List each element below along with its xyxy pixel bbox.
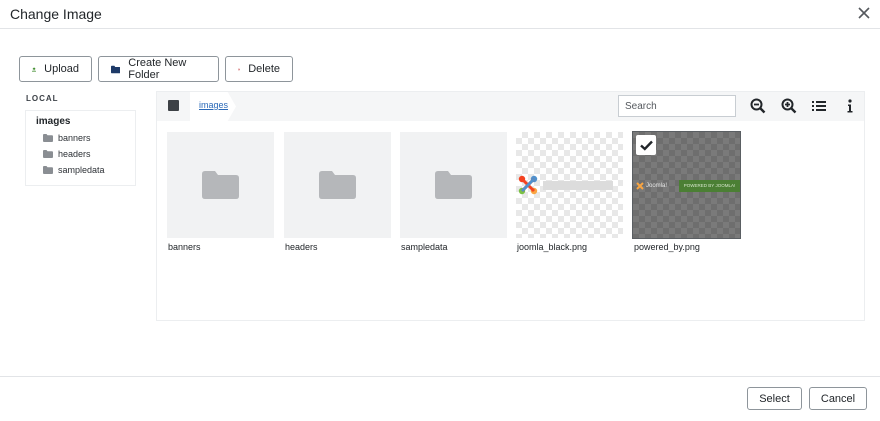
list-view-icon[interactable] (811, 98, 827, 114)
powered-by-badge: POWERED BY JOOMLA! (679, 179, 740, 192)
delete-label: Delete (248, 63, 280, 75)
upload-button[interactable]: Upload (19, 56, 92, 82)
zoom-in-icon[interactable] (781, 98, 797, 114)
folder-icon (43, 166, 53, 174)
item-banners[interactable] (167, 132, 274, 238)
select-all-checkbox[interactable] (168, 100, 179, 111)
selected-checkbox[interactable] (636, 135, 656, 155)
folder-icon (43, 134, 53, 142)
item-label: joomla_black.png (517, 242, 588, 252)
folder-icon (202, 171, 239, 199)
delete-x-icon (238, 67, 241, 71)
select-button[interactable]: Select (747, 387, 802, 410)
joomla-logo-text: Joomla! (646, 182, 668, 189)
create-new-folder-label: Create New Folder (128, 57, 187, 81)
item-joomla-black[interactable] (516, 132, 623, 238)
dialog-header: Change Image (0, 0, 880, 29)
create-new-folder-button[interactable]: Create New Folder (98, 56, 219, 82)
close-icon[interactable] (856, 5, 872, 21)
info-icon[interactable] (842, 98, 858, 114)
powered-by-banner: Joomla! POWERED BY JOOMLA! (633, 178, 740, 193)
folder-tree: images banners headers sampledata (25, 110, 136, 186)
browser-toolbar: images (157, 92, 864, 121)
tree-item-banners[interactable]: banners (43, 133, 91, 143)
delete-button[interactable]: Delete (225, 56, 293, 82)
tree-item-label: banners (58, 133, 91, 143)
tree-root-images[interactable]: images (36, 116, 70, 127)
tree-item-label: sampledata (58, 165, 105, 175)
checkmark-icon (639, 140, 653, 151)
item-label: headers (285, 242, 318, 252)
upload-icon (32, 66, 37, 72)
tree-item-headers[interactable]: headers (43, 149, 91, 159)
media-browser: images banners headers sampledat (156, 91, 865, 321)
item-powered-by[interactable]: Joomla! POWERED BY JOOMLA! (632, 131, 741, 239)
local-section-label: LOCAL (26, 94, 59, 103)
breadcrumb-link-images[interactable]: images (199, 100, 228, 110)
joomla-small-logo (636, 181, 644, 190)
joomla-logo-thumbnail (518, 175, 613, 195)
item-label: powered_by.png (634, 242, 700, 252)
folder-icon (319, 171, 356, 199)
item-label: sampledata (401, 242, 448, 252)
folder-icon (111, 65, 121, 73)
tree-item-sampledata[interactable]: sampledata (43, 165, 105, 175)
item-headers[interactable] (284, 132, 391, 238)
dialog-title: Change Image (10, 6, 102, 22)
tree-item-label: headers (58, 149, 91, 159)
folder-icon (435, 171, 472, 199)
item-sampledata[interactable] (400, 132, 507, 238)
item-label: banners (168, 242, 201, 252)
zoom-out-icon[interactable] (750, 98, 766, 114)
upload-label: Upload (44, 63, 79, 75)
search-input[interactable] (618, 95, 736, 117)
cancel-button[interactable]: Cancel (809, 387, 867, 410)
folder-icon (43, 150, 53, 158)
